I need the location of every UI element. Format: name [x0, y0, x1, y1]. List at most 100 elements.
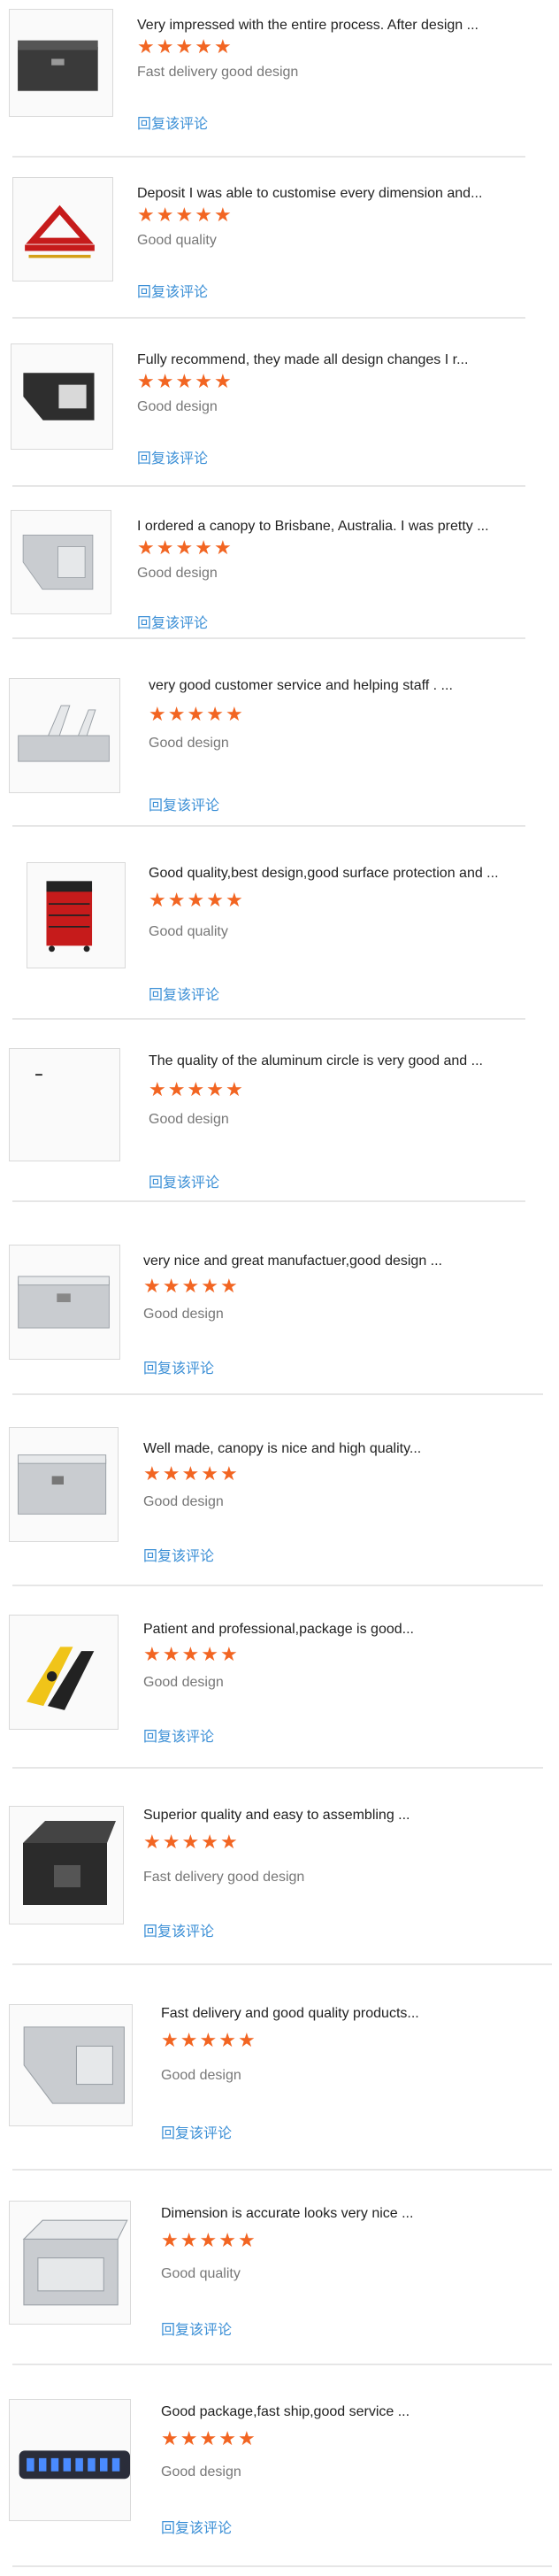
star-icon: ★: [206, 1078, 224, 1100]
star-rating: ★ ★ ★ ★ ★: [149, 705, 243, 724]
star-icon: ★: [201, 1275, 218, 1297]
aluminum-underbody-box-icon[interactable]: [11, 510, 111, 614]
divider: [12, 1393, 543, 1395]
star-rating: ★ ★ ★ ★ ★: [143, 1645, 238, 1664]
blank-product-icon[interactable]: [9, 1048, 120, 1161]
star-icon: ★: [156, 536, 174, 559]
star-rating: ★ ★ ★ ★ ★: [161, 2429, 256, 2449]
reply-link[interactable]: 回复该评论: [143, 1724, 214, 1746]
star-icon: ★: [237, 2229, 256, 2251]
star-rating: ★ ★ ★ ★ ★: [143, 1464, 238, 1484]
star-icon: ★: [237, 2029, 256, 2051]
star-icon: ★: [213, 35, 232, 58]
star-icon: ★: [195, 204, 212, 226]
divider: [12, 637, 525, 639]
black-underbody-box-icon[interactable]: [11, 343, 113, 450]
red-scissor-jack-icon[interactable]: [12, 177, 113, 282]
star-icon: ★: [187, 1078, 205, 1100]
review-text: Fully recommend, they made all design ch…: [137, 352, 469, 367]
star-rating: ★ ★ ★ ★ ★: [143, 1832, 238, 1852]
review-text: Deposit I was able to customise every di…: [137, 186, 483, 201]
star-icon: ★: [201, 1831, 218, 1853]
star-icon: ★: [143, 1831, 161, 1853]
star-icon: ★: [213, 536, 232, 559]
reply-link[interactable]: 回复该评论: [161, 2318, 232, 2339]
review-text: Well made, canopy is nice and high quali…: [143, 1441, 422, 1456]
star-icon: ★: [167, 889, 186, 911]
divider: [12, 2364, 552, 2365]
reply-link[interactable]: 回复该评论: [149, 793, 219, 814]
star-icon: ★: [219, 1275, 238, 1297]
aluminum-chest-box-icon[interactable]: [9, 678, 120, 793]
star-rating: ★ ★ ★ ★ ★: [137, 538, 232, 558]
star-icon: ★: [213, 370, 232, 392]
review-tag: Good design: [143, 1675, 224, 1690]
review-text: The quality of the aluminum circle is ve…: [149, 1053, 483, 1068]
black-yellow-ramp-icon[interactable]: [9, 1615, 119, 1730]
star-icon: ★: [225, 703, 243, 725]
aluminum-drawer-box-icon[interactable]: [9, 2201, 131, 2325]
reply-link[interactable]: 回复该评论: [137, 280, 208, 301]
review-tag: Fast delivery good design: [137, 65, 299, 80]
star-icon: ★: [199, 2029, 218, 2051]
star-icon: ★: [219, 1462, 238, 1485]
review-text: Dimension is accurate looks very nice ..…: [161, 2206, 414, 2221]
divider: [12, 2169, 552, 2171]
star-icon: ★: [143, 1643, 161, 1665]
star-icon: ★: [181, 1831, 200, 1853]
reply-link[interactable]: 回复该评论: [161, 2516, 232, 2537]
reply-link[interactable]: 回复该评论: [143, 1356, 214, 1377]
review-tag: Good design: [149, 736, 229, 751]
star-icon: ★: [156, 35, 174, 58]
star-rating: ★ ★ ★ ★ ★: [137, 205, 232, 225]
reply-link[interactable]: 回复该评论: [149, 983, 219, 1004]
reply-link[interactable]: 回复该评论: [161, 2121, 232, 2142]
star-icon: ★: [161, 2029, 179, 2051]
reply-link[interactable]: 回复该评论: [137, 611, 208, 632]
review-tag: Good quality: [149, 924, 228, 939]
review-tag: Good design: [143, 1307, 224, 1322]
star-icon: ★: [167, 1078, 186, 1100]
star-icon: ★: [237, 2427, 256, 2449]
divider: [12, 825, 525, 827]
checker-plate-box-icon[interactable]: [9, 1427, 119, 1542]
reply-link[interactable]: 回复该评论: [137, 112, 208, 133]
black-steel-box-icon[interactable]: [9, 1806, 124, 1924]
star-rating: ★ ★ ★ ★ ★: [161, 2231, 256, 2250]
star-icon: ★: [161, 2229, 179, 2251]
review-tag: Good quality: [161, 2266, 241, 2281]
star-icon: ★: [137, 536, 155, 559]
star-icon: ★: [199, 2229, 218, 2251]
led-light-bar-icon[interactable]: [9, 2399, 131, 2521]
star-icon: ★: [149, 1078, 166, 1100]
checker-plate-underbody-box-icon[interactable]: [9, 2004, 133, 2126]
star-icon: ★: [219, 1831, 238, 1853]
review-tag: Good design: [161, 2464, 241, 2480]
star-icon: ★: [187, 889, 205, 911]
star-icon: ★: [162, 1643, 180, 1665]
black-toolbox-icon[interactable]: [9, 9, 113, 117]
divider: [12, 1585, 543, 1586]
star-icon: ★: [225, 1078, 243, 1100]
aluminum-toolbox-icon[interactable]: [9, 1245, 120, 1360]
divider: [12, 485, 525, 487]
star-icon: ★: [137, 370, 155, 392]
reply-link[interactable]: 回复该评论: [137, 446, 208, 467]
reply-link[interactable]: 回复该评论: [149, 1170, 219, 1192]
review-tag: Good design: [149, 1112, 229, 1127]
star-icon: ★: [218, 2029, 236, 2051]
star-rating: ★ ★ ★ ★ ★: [137, 37, 232, 57]
star-rating: ★ ★ ★ ★ ★: [161, 2031, 256, 2050]
star-icon: ★: [180, 2427, 198, 2449]
review-text: Very impressed with the entire process. …: [137, 18, 479, 33]
star-icon: ★: [181, 1643, 200, 1665]
star-icon: ★: [201, 1643, 218, 1665]
star-icon: ★: [199, 2427, 218, 2449]
star-icon: ★: [225, 889, 243, 911]
star-icon: ★: [162, 1831, 180, 1853]
star-icon: ★: [206, 889, 224, 911]
red-tool-cabinet-icon[interactable]: [27, 862, 126, 968]
reply-link[interactable]: 回复该评论: [143, 1919, 214, 1940]
star-icon: ★: [195, 370, 212, 392]
reply-link[interactable]: 回复该评论: [143, 1544, 214, 1565]
